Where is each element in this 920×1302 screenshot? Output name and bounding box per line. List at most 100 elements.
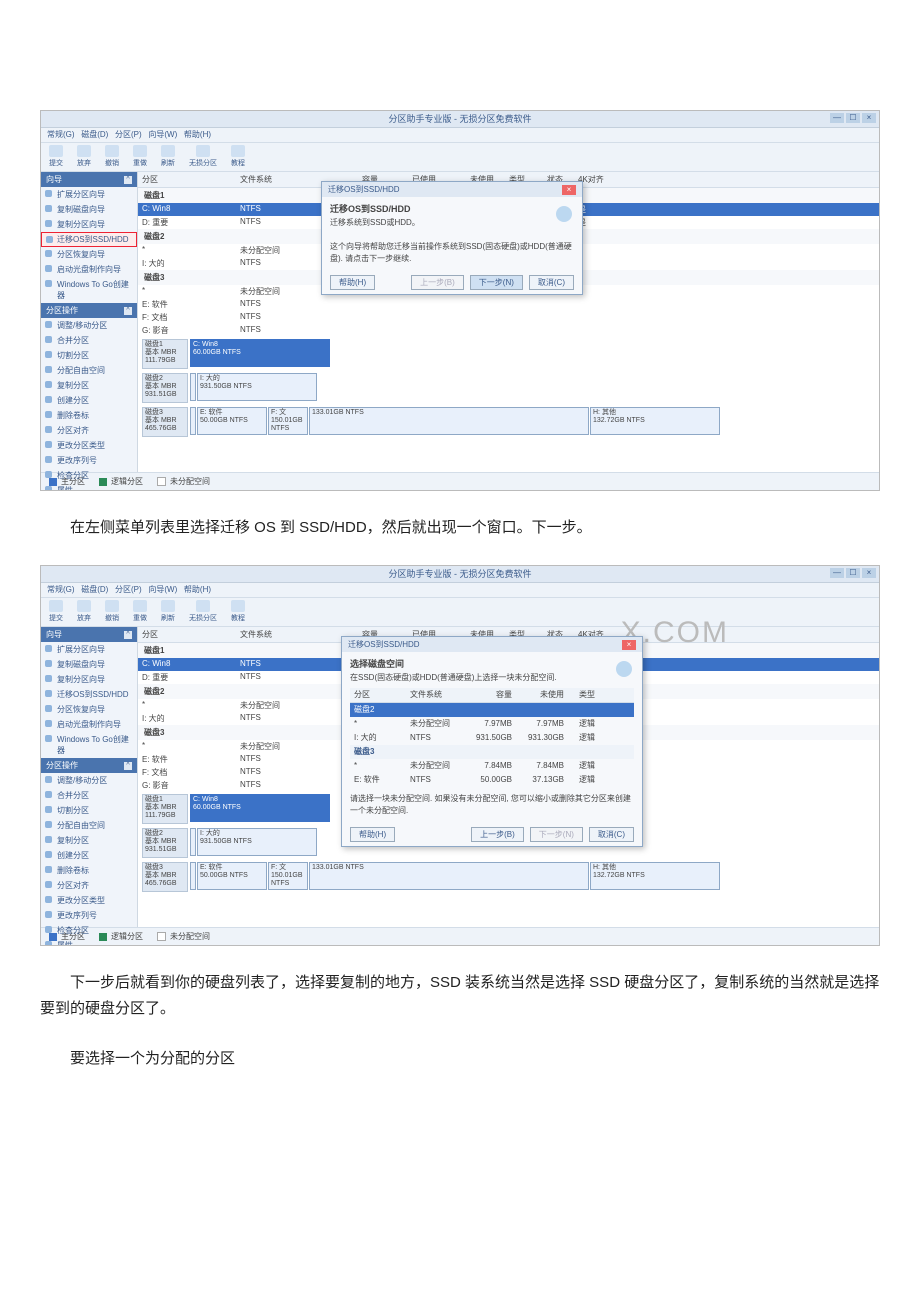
help-button[interactable]: 帮助(H) bbox=[350, 827, 395, 842]
disk-card[interactable]: 磁盘3 基本 MBR 465.76GB bbox=[142, 407, 188, 437]
sidebar-item[interactable]: 复制分区 bbox=[41, 833, 137, 848]
sidebar-item[interactable]: 调整/移动分区 bbox=[41, 318, 137, 333]
dialog-close-button[interactable]: × bbox=[562, 185, 576, 195]
sidebar-item[interactable]: 扩展分区向导 bbox=[41, 642, 137, 657]
menu-item[interactable]: 向导(W) bbox=[148, 130, 177, 139]
sidebar-item[interactable]: 删除卷标 bbox=[41, 863, 137, 878]
collapse-icon[interactable]: ^ bbox=[124, 762, 132, 770]
sidebar-item[interactable]: 更改分区类型 bbox=[41, 893, 137, 908]
partition-bar[interactable]: F: 文 150.01GB NTFS bbox=[268, 862, 308, 890]
sidebar-item[interactable]: 扩展分区向导 bbox=[41, 187, 137, 202]
dialog-row[interactable]: I: 大的 NTFS 931.50GB 931.30GB 逻辑 bbox=[350, 731, 634, 745]
sidebar-header-ops[interactable]: 分区操作 ^ bbox=[41, 758, 137, 773]
toolbar-button[interactable]: 无损分区 bbox=[189, 600, 217, 625]
toolbar-button[interactable]: 刷新 bbox=[161, 145, 175, 170]
sidebar-item[interactable]: 创建分区 bbox=[41, 848, 137, 863]
sidebar-item-migrate-os[interactable]: 迁移OS到SSD/HDD bbox=[41, 232, 137, 247]
partition-bar[interactable] bbox=[190, 407, 196, 435]
dialog-row[interactable]: E: 软件 NTFS 50.00GB 37.13GB 逻辑 bbox=[350, 773, 634, 787]
menu-item[interactable]: 分区(P) bbox=[115, 130, 142, 139]
maximize-button[interactable]: ☐ bbox=[846, 113, 860, 123]
partition-bar[interactable]: C: Win8 60.00GB NTFS bbox=[190, 794, 330, 822]
partition-bar[interactable]: I: 大的 931.50GB NTFS bbox=[197, 373, 317, 401]
minimize-button[interactable]: — bbox=[830, 568, 844, 578]
sidebar-item[interactable]: 启动光盘制作向导 bbox=[41, 717, 137, 732]
sidebar-header-wizards[interactable]: 向导 ^ bbox=[41, 627, 137, 642]
maximize-button[interactable]: ☐ bbox=[846, 568, 860, 578]
sidebar-item[interactable]: 复制磁盘向导 bbox=[41, 202, 137, 217]
sidebar-item[interactable]: 复制磁盘向导 bbox=[41, 657, 137, 672]
sidebar-header-wizards[interactable]: 向导 ^ bbox=[41, 172, 137, 187]
sidebar-header-ops[interactable]: 分区操作 ^ bbox=[41, 303, 137, 318]
dialog-row[interactable]: * 未分配空间 7.97MB 7.97MB 逻辑 bbox=[350, 717, 634, 731]
prev-button[interactable]: 上一步(B) bbox=[471, 827, 524, 842]
toolbar-button[interactable]: 撤销 bbox=[105, 600, 119, 625]
sidebar-item[interactable]: 检查分区 bbox=[41, 923, 137, 938]
sidebar-item[interactable]: 更改分区类型 bbox=[41, 438, 137, 453]
toolbar-button[interactable]: 放弃 bbox=[77, 145, 91, 170]
sidebar-item[interactable]: Windows To Go创建器 bbox=[41, 277, 137, 303]
toolbar-button[interactable]: 提交 bbox=[49, 145, 63, 170]
close-button[interactable]: × bbox=[862, 113, 876, 123]
partition-bar[interactable]: F: 文 150.01GB NTFS bbox=[268, 407, 308, 435]
toolbar-button[interactable]: 重做 bbox=[133, 600, 147, 625]
toolbar-button[interactable]: 放弃 bbox=[77, 600, 91, 625]
menu-item[interactable]: 常规(G) bbox=[47, 585, 75, 594]
sidebar-item[interactable]: 合并分区 bbox=[41, 788, 137, 803]
toolbar-button[interactable]: 撤销 bbox=[105, 145, 119, 170]
sidebar-item[interactable]: 更改序列号 bbox=[41, 453, 137, 468]
sidebar-item[interactable]: 创建分区 bbox=[41, 393, 137, 408]
menu-item[interactable]: 帮助(H) bbox=[184, 585, 211, 594]
partition-bar[interactable]: H: 其他 132.72GB NTFS bbox=[590, 862, 720, 890]
toolbar-button[interactable]: 提交 bbox=[49, 600, 63, 625]
minimize-button[interactable]: — bbox=[830, 113, 844, 123]
sidebar-item[interactable]: 删除卷标 bbox=[41, 408, 137, 423]
menu-item[interactable]: 向导(W) bbox=[148, 585, 177, 594]
sidebar-item[interactable]: 更改序列号 bbox=[41, 908, 137, 923]
partition-bar[interactable]: 133.01GB NTFS bbox=[309, 862, 589, 890]
disk-card[interactable]: 磁盘2 基本 MBR 931.51GB bbox=[142, 828, 188, 858]
partition-row[interactable]: F: 文档 NTFS bbox=[138, 311, 879, 324]
sidebar-item[interactable]: 切割分区 bbox=[41, 348, 137, 363]
collapse-icon[interactable]: ^ bbox=[124, 176, 132, 184]
sidebar-item[interactable]: 分区恢复向导 bbox=[41, 702, 137, 717]
sidebar-item[interactable]: 属性 bbox=[41, 483, 137, 491]
partition-bar[interactable]: C: Win8 60.00GB NTFS bbox=[190, 339, 330, 367]
sidebar-item[interactable]: 合并分区 bbox=[41, 333, 137, 348]
menu-item[interactable]: 分区(P) bbox=[115, 585, 142, 594]
sidebar-item[interactable]: 属性 bbox=[41, 938, 137, 946]
sidebar-item[interactable]: 分配自由空间 bbox=[41, 818, 137, 833]
sidebar-item[interactable]: 复制分区向导 bbox=[41, 672, 137, 687]
sidebar-item[interactable]: Windows To Go创建器 bbox=[41, 732, 137, 758]
disk-card[interactable]: 磁盘3 基本 MBR 465.76GB bbox=[142, 862, 188, 892]
sidebar-item-migrate-os[interactable]: 迁移OS到SSD/HDD bbox=[41, 687, 137, 702]
menu-item[interactable]: 磁盘(D) bbox=[81, 130, 108, 139]
partition-bar[interactable]: H: 其他 132.72GB NTFS bbox=[590, 407, 720, 435]
menu-item[interactable]: 磁盘(D) bbox=[81, 585, 108, 594]
disk-card[interactable]: 磁盘1 基本 MBR 111.79GB bbox=[142, 794, 188, 824]
toolbar-button[interactable]: 教程 bbox=[231, 145, 245, 170]
partition-bar[interactable] bbox=[190, 373, 196, 401]
disk-card[interactable]: 磁盘2 基本 MBR 931.51GB bbox=[142, 373, 188, 403]
cancel-button[interactable]: 取消(C) bbox=[529, 275, 574, 290]
sidebar-item[interactable]: 复制分区 bbox=[41, 378, 137, 393]
menu-item[interactable]: 常规(G) bbox=[47, 130, 75, 139]
toolbar-button[interactable]: 无损分区 bbox=[189, 145, 217, 170]
sidebar-item[interactable]: 启动光盘制作向导 bbox=[41, 262, 137, 277]
cancel-button[interactable]: 取消(C) bbox=[589, 827, 634, 842]
dialog-close-button[interactable]: × bbox=[622, 640, 636, 650]
sidebar-item[interactable]: 检查分区 bbox=[41, 468, 137, 483]
sidebar-item[interactable]: 分区对齐 bbox=[41, 878, 137, 893]
sidebar-item[interactable]: 复制分区向导 bbox=[41, 217, 137, 232]
next-button[interactable]: 下一步(N) bbox=[470, 275, 523, 290]
partition-bar[interactable]: E: 软件 50.00GB NTFS bbox=[197, 862, 267, 890]
dialog-row[interactable]: * 未分配空间 7.84MB 7.84MB 逻辑 bbox=[350, 759, 634, 773]
partition-row[interactable]: G: 影音 NTFS bbox=[138, 324, 879, 337]
partition-row[interactable]: E: 软件 NTFS bbox=[138, 298, 879, 311]
close-button[interactable]: × bbox=[862, 568, 876, 578]
sidebar-item[interactable]: 调整/移动分区 bbox=[41, 773, 137, 788]
collapse-icon[interactable]: ^ bbox=[124, 631, 132, 639]
partition-bar[interactable]: I: 大的 931.50GB NTFS bbox=[197, 828, 317, 856]
partition-bar[interactable]: 133.01GB NTFS bbox=[309, 407, 589, 435]
disk-card[interactable]: 磁盘1 基本 MBR 111.79GB bbox=[142, 339, 188, 369]
